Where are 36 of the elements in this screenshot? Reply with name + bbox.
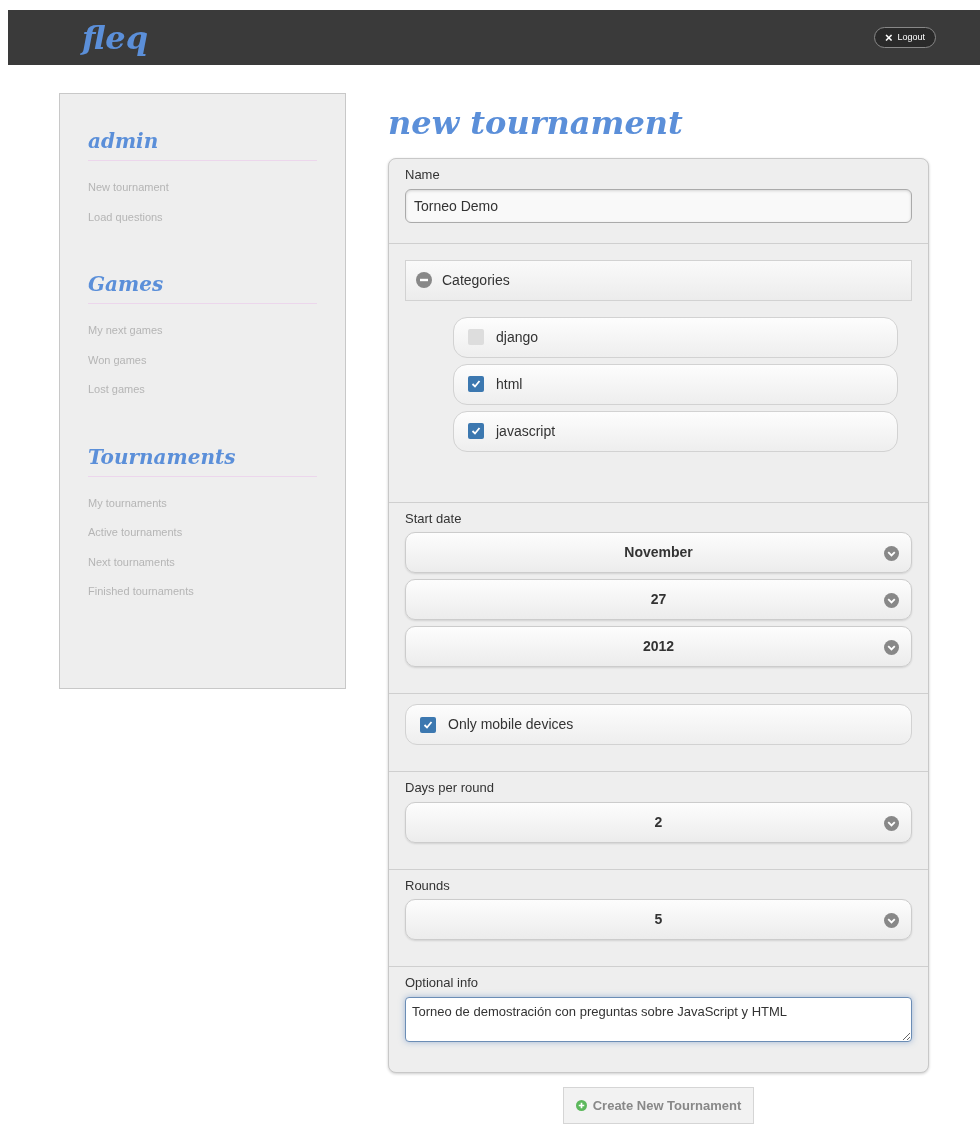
collapsible-header[interactable]: Categories bbox=[405, 259, 912, 301]
section-heading: Games bbox=[88, 269, 317, 304]
dropdown-icon bbox=[884, 913, 899, 928]
select-field[interactable]: 2 bbox=[405, 801, 912, 843]
field-label: Rounds bbox=[405, 876, 451, 895]
page-title: new tournament bbox=[388, 107, 684, 139]
check-icon bbox=[471, 379, 481, 389]
check-icon bbox=[471, 426, 481, 436]
field-label: Days per round bbox=[405, 779, 495, 797]
checkbox[interactable] bbox=[468, 329, 484, 345]
minus-icon bbox=[416, 272, 432, 288]
field-label: Name bbox=[405, 166, 441, 184]
dropdown-icon bbox=[884, 546, 899, 561]
checkbox-option[interactable]: html bbox=[453, 363, 898, 405]
field-label: Optional info bbox=[405, 974, 479, 992]
text-field[interactable]: Torneo Demo bbox=[405, 188, 912, 223]
dropdown-icon bbox=[884, 640, 899, 655]
select-field[interactable]: 2012 bbox=[405, 626, 912, 667]
text-area[interactable]: Torneo de demostración con preguntas sobre JavaScript y HTML bbox=[405, 996, 912, 1042]
checkbox[interactable] bbox=[420, 716, 436, 733]
section-heading: admin bbox=[88, 126, 317, 161]
checkbox-option[interactable]: Only mobile devices bbox=[405, 704, 912, 745]
select-field[interactable]: November bbox=[405, 532, 912, 573]
dropdown-icon bbox=[884, 593, 899, 608]
dropdown-icon bbox=[884, 815, 899, 831]
logout-button[interactable]: × Logout bbox=[873, 26, 936, 49]
check-icon bbox=[423, 719, 433, 730]
section-heading: Tournaments bbox=[88, 441, 317, 477]
checkbox[interactable] bbox=[468, 423, 484, 439]
plus-icon bbox=[575, 1099, 587, 1111]
field-label: Start date bbox=[405, 509, 463, 528]
checkbox-option[interactable]: javascript bbox=[453, 410, 898, 452]
select-field[interactable]: 5 bbox=[405, 899, 912, 940]
checkbox[interactable] bbox=[468, 376, 484, 392]
select-field[interactable]: 27 bbox=[405, 579, 912, 620]
checkbox-option[interactable]: django bbox=[453, 316, 898, 358]
